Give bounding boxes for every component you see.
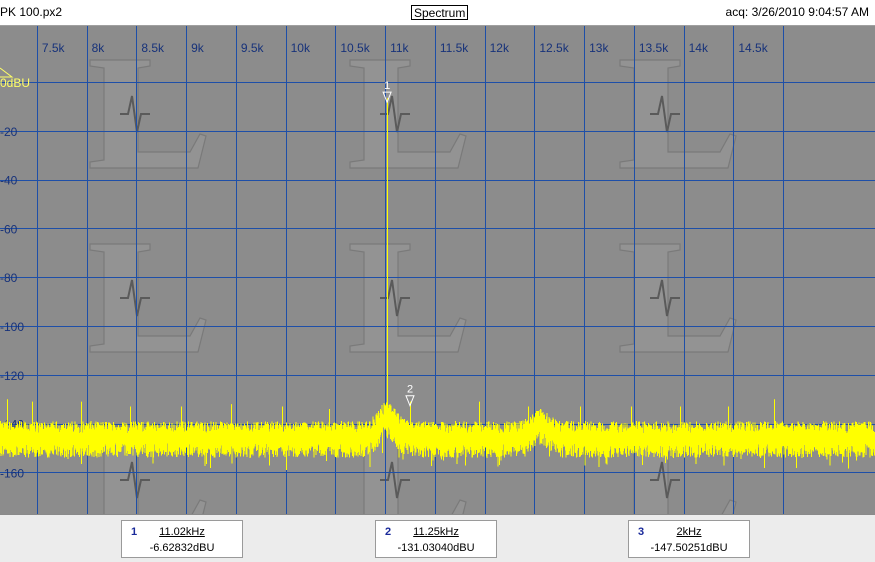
x-tick-label: 13k: [589, 41, 609, 55]
y-axis-ticks: 0dBU-20-40-60-80-100-120-140-160: [0, 67, 30, 480]
x-tick-label: 12k: [490, 41, 510, 55]
marker-label: 2: [407, 384, 413, 396]
y-tick-label: -80: [0, 271, 18, 285]
marker-readout-2[interactable]: 2 11.25kHz -131.03040dBU: [375, 520, 497, 558]
y-tick-label: -60: [0, 222, 18, 236]
watermark-logo: [619, 243, 737, 353]
x-tick-label: 11.5k: [440, 41, 469, 55]
y-tick-label: -20: [0, 125, 18, 139]
marker-level: -131.03040dBU: [397, 542, 475, 554]
marker-readout-1[interactable]: 1 11.02kHz -6.62832dBU: [121, 520, 243, 558]
x-tick-label: 9k: [191, 41, 205, 55]
watermark-logo: [89, 59, 207, 169]
marker-frequency: 11.25kHz: [413, 526, 459, 538]
marker-level: -6.62832dBU: [149, 542, 215, 554]
marker-readout-panel: 1 11.02kHz -6.62832dBU 2 11.25kHz -131.0…: [0, 514, 875, 562]
y-tick-label: 0dBU: [0, 76, 30, 90]
y-tick-label: -40: [0, 174, 18, 188]
marker-label: 1: [384, 80, 390, 92]
watermark-logo: [89, 243, 207, 353]
watermark-logo: [349, 243, 467, 353]
marker-frequency: 2kHz: [676, 526, 702, 538]
watermark-logo: [349, 59, 467, 169]
x-tick-label: 14k: [689, 41, 709, 55]
marker-level: -147.50251dBU: [650, 542, 728, 554]
marker-2[interactable]: 2: [405, 384, 415, 408]
marker-readout-3[interactable]: 3 2kHz -147.50251dBU: [628, 520, 750, 558]
marker-triangle[interactable]: [405, 395, 415, 408]
x-tick-label: 12.5k: [539, 41, 569, 55]
x-tick-label: 9.5k: [241, 41, 265, 55]
y-tick-label: -100: [0, 320, 24, 334]
spectrum-plot[interactable]: 7.5k 8k 8.5k 9k 9.5k 10k 10.5k 11k 11.5k 12k 12.5k…: [0, 26, 875, 514]
acquisition-timestamp: acq: 3/26/2010 9:04:57 AM: [725, 5, 869, 19]
marker-frequency: 11.02kHz: [159, 526, 205, 538]
x-tick-label: 10.5k: [340, 41, 370, 55]
x-tick-label: 13.5k: [639, 41, 669, 55]
x-tick-label: 11k: [390, 41, 409, 55]
y-tick-label: -160: [0, 466, 24, 480]
x-tick-label: 8.5k: [141, 41, 165, 55]
spectrum-chart[interactable]: 7.5k 8k 8.5k 9k 9.5k 10k 10.5k 11k 11.5k 12k 12.5k…: [0, 26, 875, 514]
x-tick-label: 14.5k: [738, 41, 768, 55]
x-axis-ticks: 7.5k 8k 8.5k 9k 9.5k 10k 10.5k 11k 11.5k 12k 12.5k…: [42, 41, 769, 55]
spectrum-view-button[interactable]: Spectrum: [411, 5, 469, 20]
watermark-logo: [619, 59, 737, 169]
x-tick-label: 10k: [291, 41, 311, 55]
x-tick-label: 7.5k: [42, 41, 66, 55]
y-tick-label: -120: [0, 369, 24, 383]
title-bar: PK 100.px2 Spectrum acq: 3/26/2010 9:04:…: [0, 0, 875, 26]
file-name: PK 100.px2: [0, 5, 63, 19]
x-tick-label: 8k: [92, 41, 106, 55]
